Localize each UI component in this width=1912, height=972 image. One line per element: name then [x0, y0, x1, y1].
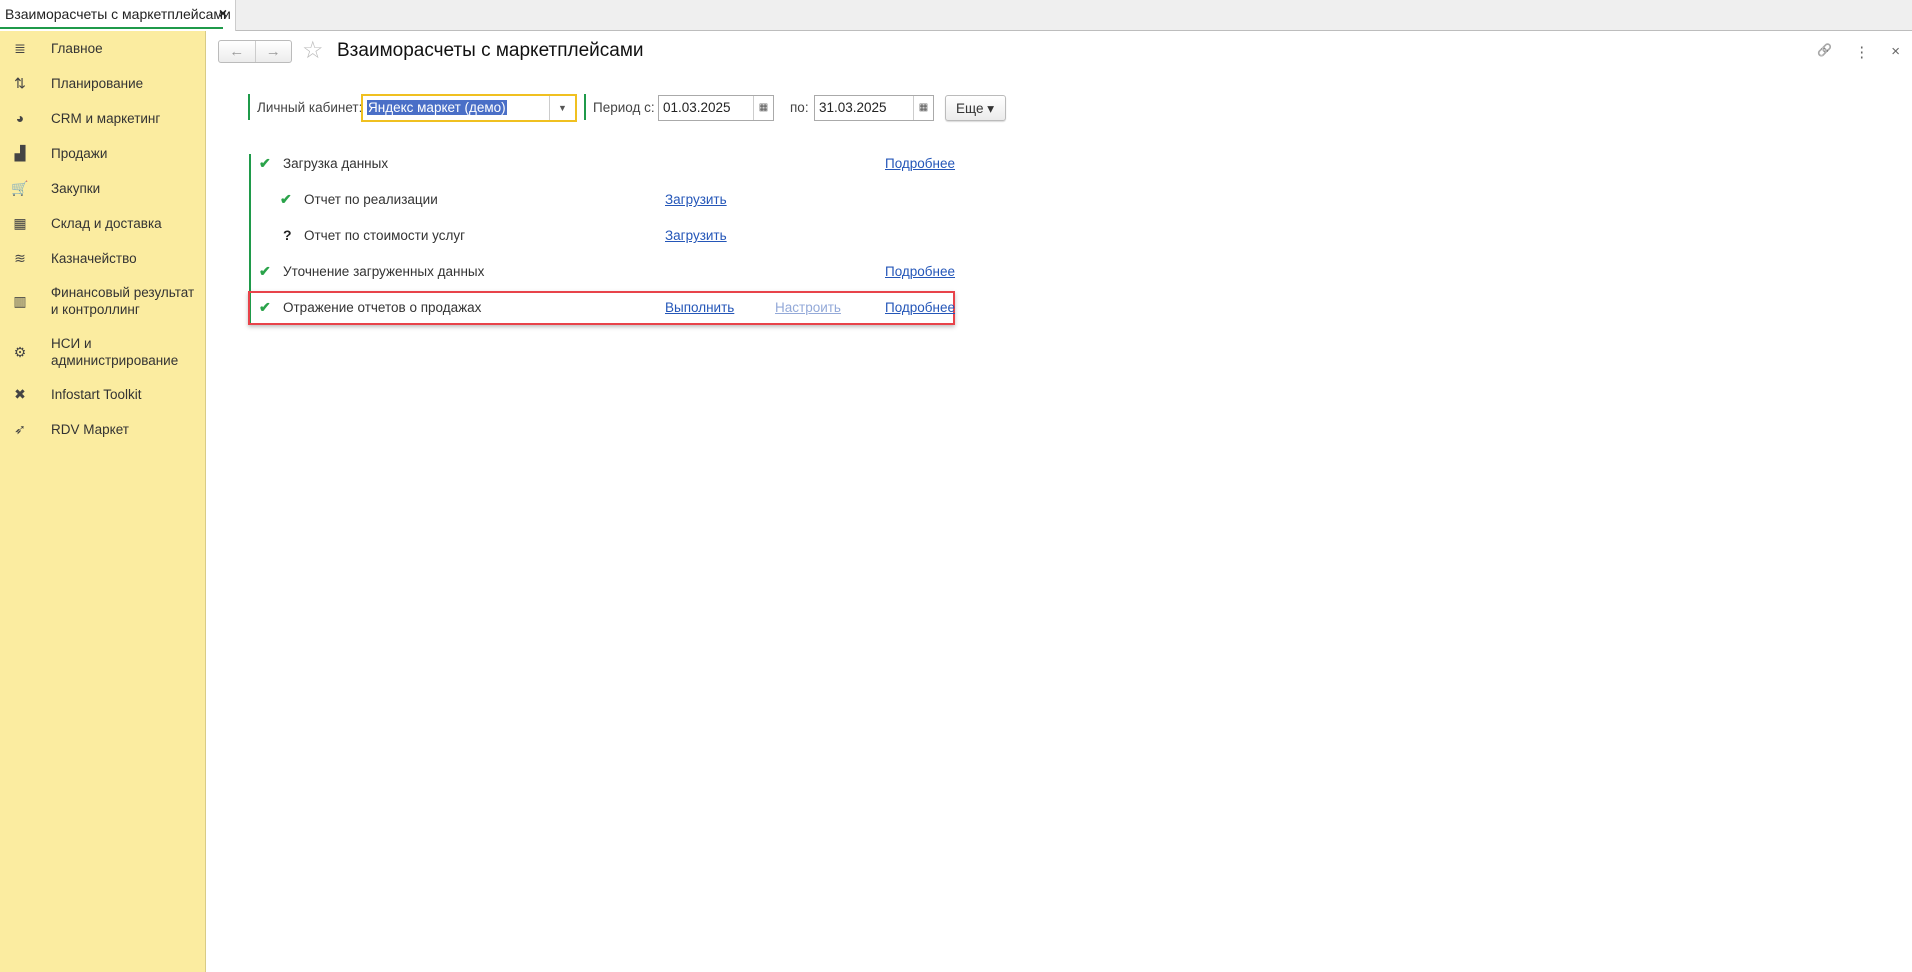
coins-icon: ≋ [14, 250, 26, 266]
execute-link[interactable]: Выполнить [665, 300, 734, 315]
account-label: Личный кабинет: [257, 100, 363, 115]
back-button[interactable]: ← [219, 41, 256, 62]
period-to-input[interactable]: 31.03.2025 ▦ [814, 95, 934, 121]
period-to-value: 31.03.2025 [819, 100, 887, 115]
close-tab-icon[interactable]: × [219, 5, 227, 21]
sidebar-item-label: Infostart Toolkit [51, 387, 142, 402]
sidebar-item-rdv[interactable]: ➶ RDV Маркет [0, 421, 206, 438]
more-button[interactable]: Еще ▾ [945, 95, 1006, 121]
more-actions-icon[interactable]: ⋮ [1854, 43, 1869, 61]
bar-chart-icon: ▥ [13, 292, 27, 309]
calendar-icon[interactable]: ▦ [913, 96, 933, 120]
sidebar-item-warehouse[interactable]: ▦ Склад и доставка [0, 215, 206, 232]
tools-icon: ✖ [14, 386, 26, 402]
sidebar-item-infostart[interactable]: ✖ Infostart Toolkit [0, 386, 206, 403]
step-label: Отчет по реализации [304, 192, 438, 207]
period-from-input[interactable]: 01.03.2025 ▦ [658, 95, 774, 121]
forward-button[interactable]: → [256, 41, 292, 62]
sidebar: ≣ Главное ⇅ Планирование ◕ CRM и маркетинг … [0, 31, 206, 972]
calendar-icon[interactable]: ▦ [753, 96, 773, 120]
sidebar-item-label: Финансовый результат и контроллинг [50, 285, 195, 317]
load-link[interactable]: Загрузить [665, 228, 727, 243]
sidebar-item-main[interactable]: ≣ Главное [0, 40, 206, 57]
pie-chart-icon: ◕ [15, 110, 25, 126]
step-label: Отражение отчетов о продажах [283, 300, 482, 315]
sidebar-item-label: НСИ и администрирование [51, 336, 179, 368]
period-from-label: Период с: [593, 100, 655, 115]
tab-label: Взаиморасчеты с маркетплейсами [5, 6, 231, 22]
main-content: ← → ☆ Взаиморасчеты с маркетплейсами 🔗 ⋮… [207, 31, 1912, 972]
sidebar-item-crm[interactable]: ◕ CRM и маркетинг [0, 110, 206, 127]
tab-mutual-settlements[interactable]: Взаиморасчеты с маркетплейсами × [0, 0, 236, 31]
check-icon: ✔ [280, 191, 292, 207]
link-icon[interactable]: 🔗 [1817, 43, 1832, 61]
sidebar-item-purchases[interactable]: 🛒 Закупки [0, 180, 206, 197]
check-icon: ✔ [259, 263, 271, 279]
details-link[interactable]: Подробнее [885, 300, 955, 315]
sidebar-item-label: Планирование [51, 76, 144, 91]
shopping-bag-icon: ▟ [14, 145, 26, 161]
account-value: Яндекс маркет (демо) [367, 100, 507, 115]
sidebar-item-planning[interactable]: ⇅ Планирование [0, 75, 206, 92]
configure-link: Настроить [775, 300, 841, 315]
menu-icon: ≣ [14, 40, 26, 56]
rocket-icon: ➶ [14, 421, 26, 437]
details-link[interactable]: Подробнее [885, 156, 955, 171]
tab-bar: Взаиморасчеты с маркетплейсами × [0, 0, 1912, 31]
group-marker [248, 94, 250, 120]
period-to-label: по: [790, 100, 809, 115]
sidebar-item-sales[interactable]: ▟ Продажи [0, 145, 206, 162]
nav-buttons: ← → [218, 40, 292, 63]
chart-planning-icon: ⇅ [14, 75, 26, 91]
load-link[interactable]: Загрузить [665, 192, 727, 207]
window-actions: 🔗 ⋮ × [1817, 43, 1900, 61]
gear-icon: ⚙ [13, 343, 27, 360]
grid-icon: ▦ [13, 215, 27, 231]
check-icon: ✔ [259, 299, 271, 315]
sidebar-item-label: Склад и доставка [51, 216, 162, 231]
details-link[interactable]: Подробнее [885, 264, 955, 279]
account-select[interactable]: Яндекс маркет (демо) ▼ [361, 94, 577, 122]
step-label: Уточнение загруженных данных [283, 264, 485, 279]
sidebar-item-label: Главное [51, 41, 103, 56]
favorite-star-icon[interactable]: ☆ [302, 36, 324, 65]
sidebar-item-treasury[interactable]: ≋ Казначейство [0, 250, 206, 267]
step-label: Отчет по стоимости услуг [304, 228, 466, 243]
page-title: Взаиморасчеты с маркетплейсами [337, 40, 644, 61]
sidebar-item-label: RDV Маркет [51, 422, 129, 437]
sidebar-item-label: CRM и маркетинг [51, 111, 161, 126]
dropdown-arrow-icon[interactable]: ▼ [549, 96, 575, 120]
sidebar-item-admin[interactable]: ⚙ НСИ и администрирование [0, 335, 206, 369]
close-icon[interactable]: × [1891, 43, 1900, 61]
cart-icon: 🛒 [11, 180, 29, 196]
period-from-value: 01.03.2025 [663, 100, 731, 115]
sidebar-item-label: Закупки [51, 181, 101, 196]
step-label: Загрузка данных [283, 156, 389, 171]
question-icon: ? [283, 227, 292, 243]
sidebar-item-label: Продажи [51, 146, 108, 161]
sidebar-item-label: Казначейство [51, 251, 137, 266]
sidebar-item-finance[interactable]: ▥ Финансовый результат и контроллинг [0, 284, 200, 318]
check-icon: ✔ [259, 155, 271, 171]
group-marker [584, 94, 586, 120]
